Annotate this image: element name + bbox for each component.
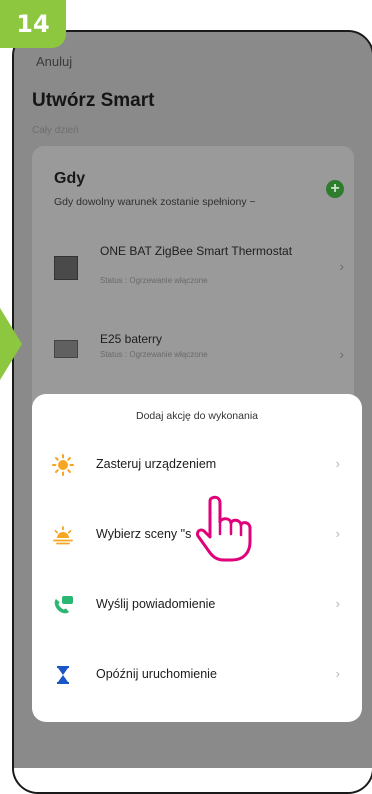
- action-label: Wyślij powiadomienie: [96, 597, 216, 611]
- sheet-title: Dodaj akcję do wykonania: [136, 410, 258, 422]
- device-name: ONE BAT ZigBee Smart Thermostat: [100, 244, 293, 258]
- device-row-e25[interactable]: E25 baterry Status : Ogrzewanie włączone…: [54, 332, 344, 388]
- device-name: E25 baterry: [100, 332, 163, 346]
- system-nav-bar: [14, 768, 372, 792]
- cancel-link[interactable]: Anuluj: [36, 54, 72, 69]
- condition-title: Gdy: [54, 170, 86, 187]
- chevron-right-icon: ›: [339, 346, 344, 362]
- condition-card: Gdy Gdy dowolny warunek zostanie spełnio…: [32, 146, 354, 426]
- device-status: Status : Ogrzewanie włączone: [100, 350, 208, 359]
- time-range-label[interactable]: Cały dzień: [32, 125, 79, 136]
- chevron-right-icon: ›: [335, 456, 340, 471]
- action-control-device[interactable]: Zasteruj urządzeniem ›: [32, 434, 362, 496]
- sun-icon: [52, 454, 74, 476]
- chevron-right-icon: ›: [339, 258, 344, 274]
- hourglass-icon: [52, 664, 74, 686]
- action-label: Opóźnij uruchomienie: [96, 667, 217, 681]
- step-badge: 14: [0, 0, 66, 48]
- phone-frame: Anuluj Utwórz Smart Cały dzień Gdy Gdy d…: [12, 30, 372, 794]
- action-label: Wybierz sceny "s: [96, 527, 192, 541]
- chevron-right-icon: ›: [335, 526, 340, 541]
- action-delay[interactable]: Opóźnij uruchomienie ›: [32, 644, 362, 706]
- phone-message-icon: [52, 594, 74, 616]
- chevron-right-icon: ›: [335, 596, 340, 611]
- pointing-hand-icon: [194, 494, 256, 569]
- thermostat-icon: [54, 256, 78, 280]
- device-row-thermostat[interactable]: ONE BAT ZigBee Smart Thermostat Status :…: [54, 244, 344, 300]
- condition-mode-selector[interactable]: Gdy dowolny warunek zostanie spełniony ~: [54, 196, 256, 208]
- chevron-right-icon: ›: [335, 666, 340, 681]
- pointer-arrow: [0, 308, 22, 380]
- action-label: Zasteruj urządzeniem: [96, 457, 217, 471]
- sunset-icon: [52, 524, 74, 546]
- page-title: Utwórz Smart: [32, 90, 155, 111]
- action-send-notification[interactable]: Wyślij powiadomienie ›: [32, 574, 362, 636]
- plus-circle-icon[interactable]: +: [326, 180, 344, 198]
- device-status: Status : Ogrzewanie włączone: [100, 276, 208, 285]
- thermostat-icon: [54, 340, 78, 358]
- screen-dimmed: Anuluj Utwórz Smart Cały dzień Gdy Gdy d…: [14, 32, 372, 792]
